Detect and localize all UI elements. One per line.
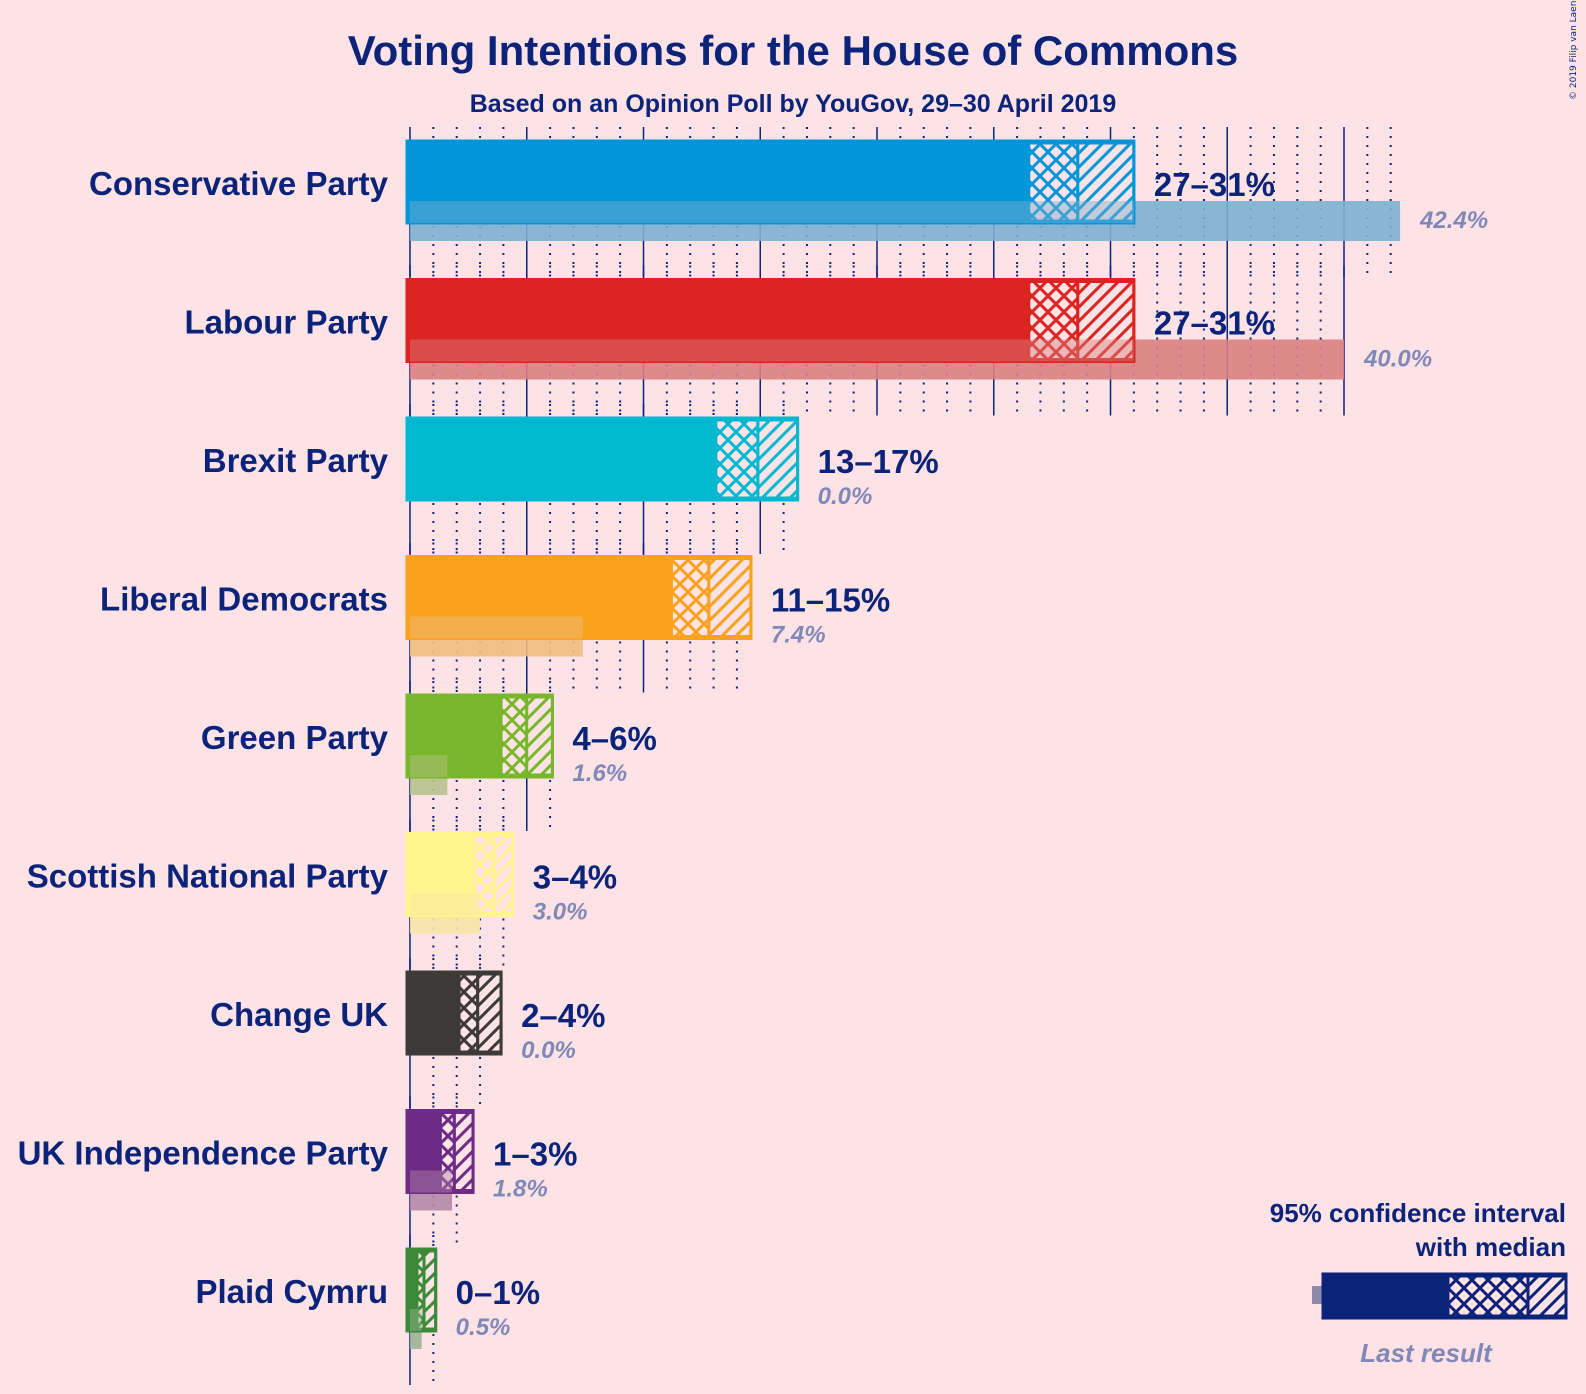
legend-crosshatch-swatch	[1446, 1274, 1530, 1318]
last-result-overlay	[410, 1170, 453, 1193]
legend: 95% confidence interval with median Last…	[1270, 1198, 1568, 1368]
ci-upper-hatch	[525, 695, 554, 777]
copyright-note: © 2019 Filip van Laenen	[1569, 0, 1579, 100]
range-label: 27–31%	[1154, 305, 1275, 342]
legend-line1: 95% confidence interval	[1270, 1198, 1566, 1228]
last-result-overlay	[410, 755, 448, 777]
last-result-label: 1.8%	[493, 1176, 548, 1203]
last-result-label: 0.0%	[818, 483, 873, 510]
range-label: 13–17%	[818, 443, 939, 480]
last-result-overlay	[410, 201, 1134, 223]
last-result-overlay	[410, 1309, 422, 1331]
ci-solid-bar	[407, 972, 460, 1054]
ci-upper-hatch	[422, 1249, 438, 1331]
legend-line2: with median	[1415, 1232, 1566, 1262]
party-label: Conservative Party	[89, 165, 389, 202]
range-label: 11–15%	[771, 582, 890, 619]
last-result-label: 3.0%	[533, 899, 588, 926]
legend-diagonal-swatch	[1526, 1274, 1568, 1318]
ci-upper-hatch	[452, 1111, 475, 1192]
bars: Conservative Party 27–31% 42.4% Labour Part…	[18, 139, 1488, 1349]
party-label: Liberal Democrats	[100, 581, 388, 618]
party-label: Brexit Party	[203, 442, 389, 479]
chart-title: Voting Intentions for the House of Commo…	[348, 27, 1239, 74]
last-result-label: 42.4%	[1419, 207, 1488, 234]
last-result-overlay	[410, 893, 481, 916]
last-result-label: 40.0%	[1363, 346, 1432, 373]
legend-solid-swatch	[1323, 1274, 1448, 1318]
party-row-uk-independence-party: UK Independence Party 1–3% 1.8%	[18, 1109, 577, 1211]
legend-last-result: Last result	[1360, 1338, 1493, 1368]
range-label: 3–4%	[533, 859, 617, 896]
last-result-label: 1.6%	[572, 760, 627, 787]
party-row-scottish-national-party: Scottish National Party 3–4% 3.0%	[27, 832, 617, 934]
party-label: Green Party	[201, 719, 389, 756]
chart-subtitle: Based on an Opinion Poll by YouGov, 29–3…	[470, 90, 1116, 118]
last-result-label: 0.0%	[521, 1037, 576, 1064]
ci-solid-bar	[407, 418, 716, 500]
last-result-overlay	[410, 339, 1134, 362]
range-label: 1–3%	[493, 1136, 577, 1173]
ci-lower-hatch	[714, 418, 760, 500]
party-row-change-uk: Change UK 2–4% 0.0%	[210, 970, 605, 1064]
party-label: Labour Party	[184, 304, 388, 341]
ci-upper-hatch	[492, 834, 515, 915]
chart: Voting Intentions for the House of Commo…	[18, 0, 1579, 1385]
party-label: Change UK	[210, 996, 388, 1033]
ci-lower-hatch	[670, 557, 711, 638]
party-row-liberal-democrats: Liberal Democrats 11–15% 7.4%	[100, 555, 890, 657]
last-result-overlay	[410, 616, 583, 639]
range-label: 27–31%	[1154, 166, 1275, 203]
party-label: Plaid Cymru	[195, 1273, 388, 1310]
party-label: Scottish National Party	[27, 858, 389, 895]
ci-upper-hatch	[707, 557, 753, 638]
ci-upper-hatch	[756, 418, 800, 500]
party-row-conservative-party: Conservative Party 27–31% 42.4%	[89, 139, 1488, 241]
party-row-labour-party: Labour Party 27–31% 40.0%	[184, 278, 1432, 380]
range-label: 4–6%	[572, 720, 656, 757]
ci-upper-hatch	[476, 972, 503, 1054]
range-label: 2–4%	[521, 997, 605, 1034]
last-result-label: 0.5%	[456, 1314, 511, 1341]
last-result-label: 7.4%	[771, 622, 826, 649]
party-row-green-party: Green Party 4–6% 1.6%	[201, 693, 657, 795]
range-label: 0–1%	[456, 1274, 540, 1311]
party-label: UK Independence Party	[18, 1135, 389, 1172]
party-row-brexit-party: Brexit Party 13–17% 0.0%	[203, 416, 939, 510]
party-row-plaid-cymru: Plaid Cymru 0–1% 0.5%	[195, 1247, 540, 1349]
ci-lower-hatch	[457, 972, 480, 1054]
ci-lower-hatch	[499, 695, 529, 777]
